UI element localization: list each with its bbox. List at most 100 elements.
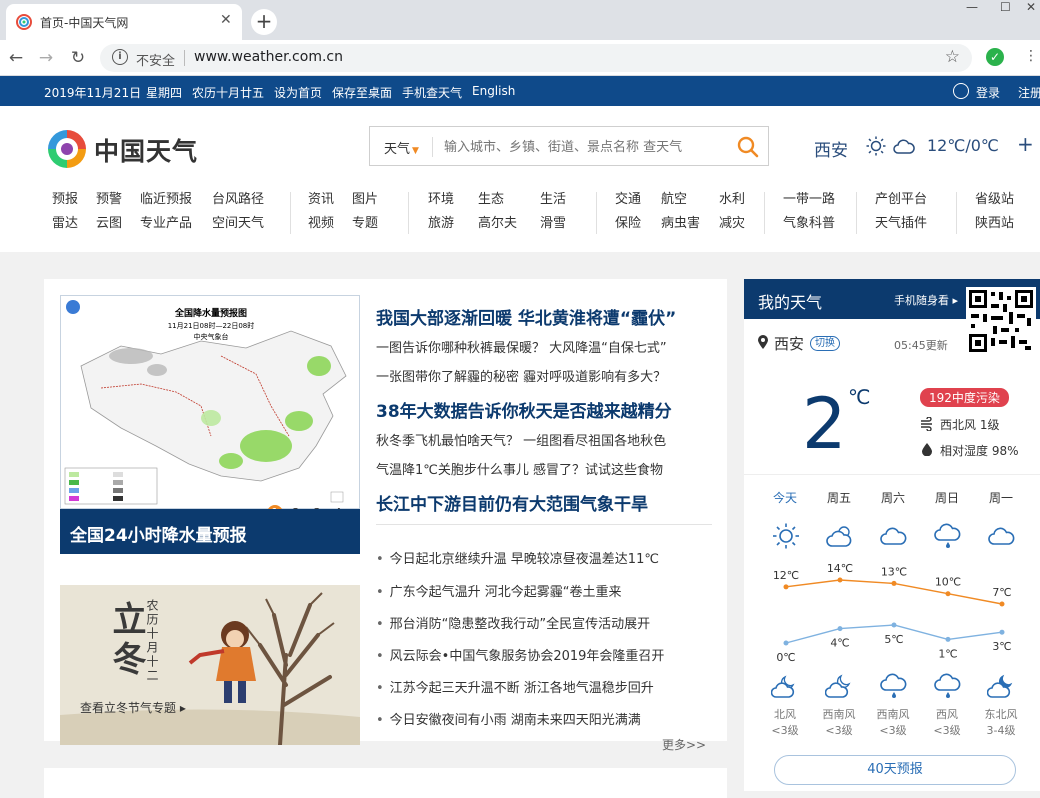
wind-icon bbox=[921, 417, 932, 431]
address-bar[interactable]: i 不安全 www.weather.com.cn ☆ bbox=[100, 44, 972, 72]
nav-item[interactable]: 视频 bbox=[308, 212, 334, 236]
nav-item[interactable]: 天气插件 bbox=[875, 212, 927, 236]
nav-item[interactable]: 产创平台 bbox=[875, 188, 927, 212]
map-caption[interactable]: 全国24小时降水量预报 bbox=[60, 509, 360, 554]
low-temp-point bbox=[783, 640, 789, 646]
nav-item[interactable]: 气象科普 bbox=[783, 212, 835, 236]
nav-item[interactable]: 生态 bbox=[478, 188, 517, 212]
nav-item[interactable]: 空间天气 bbox=[212, 212, 264, 236]
festival-banner[interactable]: 立冬 农历十月十二 查看立冬节气专题 ▸ bbox=[60, 585, 360, 745]
mobile-weather-link[interactable]: 手机查天气 bbox=[402, 84, 462, 101]
nav-item[interactable]: 病虫害 bbox=[661, 212, 700, 236]
mobile-view-link[interactable]: 手机随身看 ▸ bbox=[894, 292, 958, 308]
bookmark-star-icon[interactable]: ☆ bbox=[945, 47, 960, 67]
nav-item[interactable]: 高尔夫 bbox=[478, 212, 517, 236]
register-link[interactable]: 注册 bbox=[1018, 84, 1040, 101]
forecast-wind: 西南风 <3级 bbox=[822, 708, 856, 737]
festival-topic-link[interactable]: 查看立冬节气专题 ▸ bbox=[80, 699, 186, 716]
search-type-select[interactable]: 天气 ▼ bbox=[384, 138, 419, 157]
nav-item[interactable]: 省级站 bbox=[975, 188, 1014, 212]
nav-item[interactable]: 减灾 bbox=[719, 212, 745, 236]
english-link[interactable]: English bbox=[472, 84, 515, 98]
new-tab-button[interactable]: + bbox=[251, 9, 277, 35]
logo-text[interactable]: 中国天气 bbox=[94, 132, 198, 168]
forward-icon[interactable]: → bbox=[36, 48, 56, 68]
current-temperature: 2 bbox=[802, 383, 847, 465]
nav-item[interactable]: 资讯 bbox=[308, 188, 334, 212]
logo-icon[interactable] bbox=[44, 126, 90, 172]
high-temp-point bbox=[783, 584, 789, 590]
partly-cloudy-night-icon bbox=[825, 674, 851, 698]
maximize-icon[interactable]: ☐ bbox=[1000, 0, 1011, 20]
nav-item[interactable]: 航空 bbox=[661, 188, 700, 212]
minimize-icon[interactable]: — bbox=[966, 0, 978, 20]
back-icon[interactable]: ← bbox=[6, 48, 26, 68]
browser-tab[interactable]: 首页-中国天气网 ✕ bbox=[6, 4, 242, 40]
news-item[interactable]: • 江苏今起三天升温不断 浙江各地气温稳步回升 bbox=[376, 677, 654, 696]
set-home-link[interactable]: 设为首页 bbox=[274, 84, 322, 101]
nav-item[interactable]: 陕西站 bbox=[975, 212, 1014, 236]
nav-item[interactable]: 云图 bbox=[96, 212, 122, 236]
nav-item[interactable]: 交通 bbox=[615, 188, 641, 212]
partly-cloudy-icon bbox=[826, 526, 852, 547]
aqi-badge[interactable]: 192中度污染 bbox=[920, 388, 1009, 407]
nav-item[interactable]: 预报 bbox=[52, 188, 78, 212]
nav-item[interactable]: 台风路径 bbox=[212, 188, 264, 212]
forecast-day[interactable]: 周日 bbox=[920, 489, 974, 506]
headline-link[interactable]: 38年大数据告诉你秋天是否越来越精分 bbox=[376, 397, 672, 422]
nav-item[interactable]: 旅游 bbox=[428, 212, 454, 236]
headline-link[interactable]: 我国大部逐渐回暖 华北黄淮将遭“霾伏” bbox=[376, 304, 676, 329]
nav-col: 图片 专题 bbox=[352, 188, 378, 236]
forecast-day[interactable]: 周一 bbox=[974, 489, 1028, 506]
forecast-day[interactable]: 周五 bbox=[812, 489, 866, 506]
search-icon[interactable] bbox=[736, 135, 760, 159]
more-news-link[interactable]: 更多>> bbox=[662, 736, 706, 753]
subline-link[interactable]: 一张图带你了解霾的秘密 霾对呼吸道影响有多大？ bbox=[376, 366, 666, 385]
headline-link[interactable]: 长江中下游目前仍有大范围气象干旱 bbox=[376, 490, 648, 515]
subline-link[interactable]: 气温降1℃关胞步什么事儿 感冒了？试试这些食物 bbox=[376, 459, 663, 478]
tab-close-icon[interactable]: ✕ bbox=[220, 12, 232, 28]
nav-item[interactable]: 临近预报 bbox=[140, 188, 192, 212]
nav-item[interactable]: 水利 bbox=[719, 188, 745, 212]
news-item[interactable]: • 广东今起气温升 河北今起雾霾“卷土重来 bbox=[376, 581, 622, 600]
nav-item[interactable]: 图片 bbox=[352, 188, 378, 212]
window-close-icon[interactable]: ✕ bbox=[1026, 0, 1036, 20]
switch-city-button[interactable]: 切换 bbox=[810, 336, 840, 351]
nav-item[interactable]: 保险 bbox=[615, 212, 641, 236]
add-city-button[interactable]: + bbox=[1017, 132, 1034, 156]
tab-title: 首页-中国天气网 bbox=[40, 16, 129, 30]
update-time: 05:45更新 bbox=[894, 339, 948, 352]
forecast-day[interactable]: 周六 bbox=[866, 489, 920, 506]
nav-item[interactable]: 专题 bbox=[352, 212, 378, 236]
menu-dots-icon[interactable]: ⋮ bbox=[1024, 48, 1038, 64]
nav-item[interactable]: 生活 bbox=[540, 188, 566, 212]
nav-item[interactable]: 一带一路 bbox=[783, 188, 835, 212]
info-icon[interactable]: i bbox=[112, 49, 128, 65]
user-icon[interactable] bbox=[953, 83, 969, 99]
nav-divider bbox=[290, 192, 291, 234]
forecast-day[interactable]: 今天 bbox=[758, 489, 812, 506]
nav-item[interactable]: 雷达 bbox=[52, 212, 78, 236]
nav-item[interactable]: 环境 bbox=[428, 188, 454, 212]
save-desktop-link[interactable]: 保存至桌面 bbox=[332, 84, 392, 101]
nav-item[interactable]: 预警 bbox=[96, 188, 122, 212]
nav-item[interactable]: 专业产品 bbox=[140, 212, 192, 236]
search-input[interactable] bbox=[442, 135, 712, 159]
current-city[interactable]: 西安 bbox=[814, 136, 848, 161]
weather-favicon-icon bbox=[16, 14, 32, 30]
news-item[interactable]: • 邢台消防“隐患整改我行动”全民宣传活动展开 bbox=[376, 613, 650, 632]
nav-item[interactable]: 滑雪 bbox=[540, 212, 566, 236]
news-item[interactable]: • 风云际会•中国气象服务协会2019年会隆重召开 bbox=[376, 645, 664, 664]
nav-col: 航空 病虫害 bbox=[661, 188, 700, 236]
forecast-40-day-button[interactable]: 40天预报 bbox=[774, 755, 1016, 785]
news-item[interactable]: • 今日安徽夜间有小雨 湖南未来四天阳光满满 bbox=[376, 709, 641, 728]
url-text[interactable]: www.weather.com.cn bbox=[194, 49, 343, 65]
login-link[interactable]: 登录 bbox=[976, 84, 1000, 101]
precipitation-map[interactable]: 全国降水量预报图 11月21日08时—22日08时 中央气象台 12345 bbox=[60, 295, 360, 539]
reload-icon[interactable]: ↻ bbox=[68, 48, 88, 68]
subline-link[interactable]: 一图告诉你哪种秋裤最保暖？ 大风降温“自保七式” bbox=[376, 337, 667, 356]
subline-link[interactable]: 秋冬季飞机最怕啥天气？ 一组图看尽祖国各地秋色 bbox=[376, 430, 666, 449]
extension-icon[interactable]: ✓ bbox=[986, 48, 1004, 66]
nav-col: 资讯 视频 bbox=[308, 188, 334, 236]
news-item[interactable]: • 今日起北京继续升温 早晚较凉昼夜温差达11℃ bbox=[376, 548, 659, 567]
